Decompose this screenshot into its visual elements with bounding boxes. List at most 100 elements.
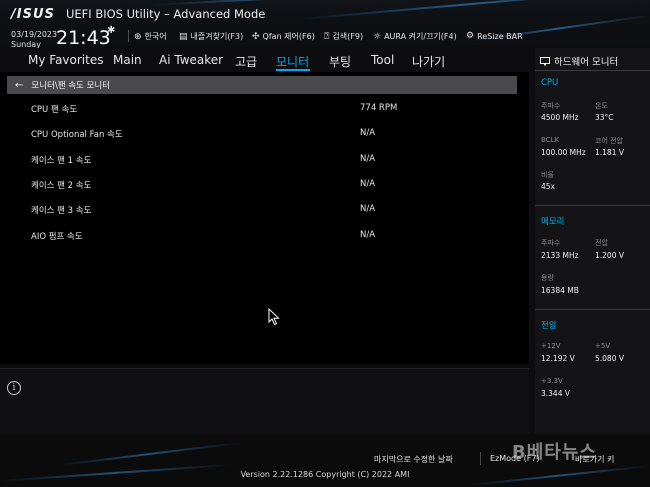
asus-logo: /ISUS: [11, 7, 55, 22]
ratio-label: 비율: [541, 171, 554, 179]
row-value: 774 RPM: [360, 103, 398, 113]
help-panel: i: [0, 368, 529, 434]
my-favorites-button[interactable]: ▤ 내즐겨찾기(F3): [179, 31, 243, 42]
row-value: N/A: [360, 128, 376, 138]
mouse-cursor-icon: [268, 308, 280, 326]
fan-row-cpu-optional[interactable]: CPU Optional Fan 속도 N/A: [31, 125, 511, 143]
menu-bar: My Favorites Main Ai Tweaker 고급 모니터 부팅 T…: [0, 48, 535, 72]
row-label: AIO 펌프 속도: [31, 232, 83, 242]
app-title: UEFI BIOS Utility – Advanced Mode: [66, 7, 266, 21]
fan-row-case-3[interactable]: 케이스 팬 3 속도 N/A: [31, 201, 511, 219]
cpu-section-title: CPU: [541, 78, 559, 88]
my-favorites-label: 내즐겨찾기(F3): [190, 32, 244, 41]
main-panel: ← 모니터\팬 속도 모니터 CPU 팬 속도 774 RPM CPU Opti…: [0, 72, 529, 364]
aura-icon: ☼: [373, 31, 382, 42]
gear-icon[interactable]: ✱: [107, 25, 115, 36]
last-modified-button[interactable]: 마지막으로 수정한 날짜: [374, 454, 453, 465]
hardware-monitor-title: 하드웨어 모니터: [540, 54, 618, 68]
mem-volt-label: 전압: [595, 239, 608, 247]
v33-value: 3.344 V: [541, 389, 570, 398]
row-value: N/A: [360, 230, 376, 240]
memory-section-title: 메모리: [541, 217, 565, 227]
tab-ai-tweaker[interactable]: Ai Tweaker: [159, 53, 223, 67]
mem-volt-value: 1.200 V: [595, 251, 624, 260]
tab-exit[interactable]: 나가기: [412, 53, 445, 70]
tab-boot[interactable]: 부팅: [329, 53, 351, 70]
row-label: 케이스 팬 2 속도: [31, 181, 92, 191]
row-value: N/A: [360, 204, 376, 214]
resize-bar-label: ReSize BAR: [477, 31, 523, 41]
date-display: 03/19/2023 Sunday: [11, 30, 57, 48]
search-label: 검색(F9): [332, 32, 364, 41]
tab-tool[interactable]: Tool: [371, 53, 394, 67]
mem-freq-label: 주파수: [541, 239, 561, 247]
cpu-temp-value: 33°C: [595, 113, 614, 122]
row-label: CPU Optional Fan 속도: [31, 130, 123, 140]
row-label: CPU 팬 속도: [31, 105, 78, 115]
qfan-label: Qfan 제어(F6): [262, 32, 315, 41]
resize-bar-icon: ⚙: [466, 31, 475, 41]
voltage-section-title: 전압: [541, 321, 557, 331]
bookmark-icon: ▤: [179, 31, 188, 42]
language-button[interactable]: ⊕ 한국어: [134, 31, 167, 42]
decorative-streak: [149, 0, 410, 6]
cpu-temp-label: 온도: [595, 102, 608, 110]
divider: [480, 452, 481, 465]
divider: [128, 30, 129, 42]
clock[interactable]: 21:43: [56, 27, 111, 48]
hardware-monitor-label: 하드웨어 모니터: [554, 57, 619, 68]
row-label: 케이스 팬 1 속도: [31, 156, 92, 166]
vcore-value: 1.181 V: [595, 148, 624, 157]
row-value: N/A: [360, 154, 376, 164]
decorative-streak: [59, 442, 239, 466]
tab-main[interactable]: Main: [113, 53, 142, 67]
tab-advanced[interactable]: 고급: [235, 53, 257, 70]
row-value: N/A: [360, 179, 376, 189]
active-tab-indicator: [276, 69, 310, 71]
watermark: B베타뉴스: [512, 442, 597, 463]
cpu-freq-label: 주파수: [541, 102, 561, 110]
bottom-bar: 마지막으로 수정한 날짜 EzMode (F7) 바로가기 키 B베타뉴스 Ve…: [0, 434, 650, 487]
decorative-streak: [299, 0, 639, 20]
v33-label: +3.3V: [541, 377, 563, 385]
ratio-value: 45x: [541, 182, 555, 191]
v5-value: 5.080 V: [595, 354, 624, 363]
hardware-monitor-panel: 하드웨어 모니터 CPU 주파수 온도 4500 MHz 33°C BCLK 코…: [535, 48, 650, 434]
date-value: 03/19/2023: [11, 30, 58, 39]
breadcrumb-label: 모니터\팬 속도 모니터: [31, 81, 111, 91]
fan-row-aio-pump[interactable]: AIO 펌프 속도 N/A: [31, 227, 511, 245]
divider: [535, 70, 650, 71]
aura-button[interactable]: ☼ AURA 켜기/끄기(F4): [373, 31, 457, 42]
cpu-freq-value: 4500 MHz: [541, 113, 579, 122]
v5-label: +5V: [595, 342, 611, 350]
language-label: 한국어: [144, 32, 167, 41]
v12-label: +12V: [541, 342, 561, 350]
monitor-icon: [540, 56, 550, 65]
fan-row-cpu[interactable]: CPU 팬 속도 774 RPM: [31, 100, 511, 118]
version-text: Version 2.22.1286 Copyright (C) 2022 AMI: [240, 470, 410, 479]
vcore-label: 코어 전압: [595, 137, 623, 145]
info-icon: i: [7, 381, 21, 395]
help-icon: ⍰: [324, 31, 330, 42]
divider: [535, 205, 650, 206]
fan-row-case-2[interactable]: 케이스 팬 2 속도 N/A: [31, 176, 511, 194]
bclk-value: 100.00 MHz: [541, 148, 586, 157]
qfan-button[interactable]: ✣ Qfan 제어(F6): [252, 31, 315, 42]
mem-freq-value: 2133 MHz: [541, 251, 579, 260]
bclk-label: BCLK: [541, 136, 560, 144]
divider: [535, 309, 650, 310]
day-value: Sunday: [11, 40, 41, 48]
aura-label: AURA 켜기/끄기(F4): [384, 32, 457, 41]
breadcrumb[interactable]: ← 모니터\팬 속도 모니터: [7, 76, 517, 94]
fan-icon: ✣: [252, 31, 260, 42]
globe-icon: ⊕: [134, 31, 142, 42]
row-label: 케이스 팬 3 속도: [31, 206, 92, 216]
fan-row-case-1[interactable]: 케이스 팬 1 속도 N/A: [31, 151, 511, 169]
tab-my-favorites[interactable]: My Favorites: [28, 53, 103, 67]
v12-value: 12.192 V: [541, 354, 575, 363]
mem-cap-value: 16384 MB: [541, 286, 579, 295]
search-button[interactable]: ⍰ 검색(F9): [324, 31, 363, 42]
resize-bar-button[interactable]: ⚙ ReSize BAR: [466, 31, 523, 41]
back-arrow-icon[interactable]: ←: [15, 80, 23, 91]
tab-monitor[interactable]: 모니터: [276, 53, 309, 70]
